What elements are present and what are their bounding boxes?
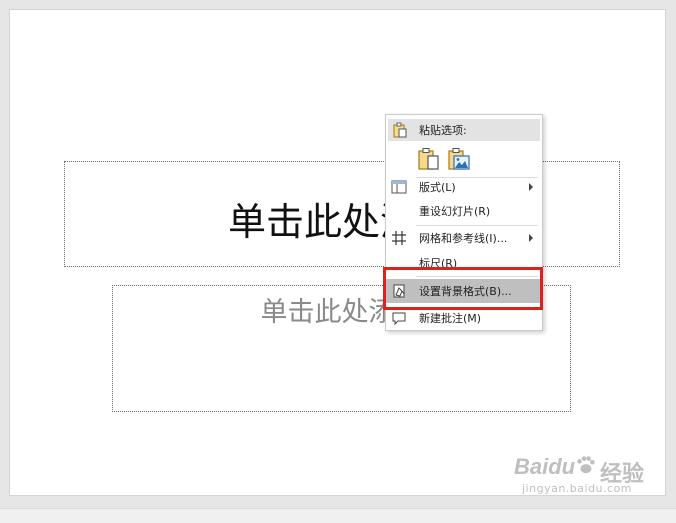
paste-options-buttons [417, 147, 477, 171]
paste-icon [393, 122, 407, 138]
paste-picture-icon[interactable] [447, 147, 471, 171]
menu-item-grid-guides[interactable]: 网格和参考线(I)... [386, 226, 542, 250]
paste-keep-source-icon[interactable] [417, 147, 441, 171]
paw-icon [577, 456, 595, 474]
menu-item-reset-slide-label: 重设幻灯片(R) [419, 205, 491, 218]
comment-icon [392, 312, 406, 326]
chevron-right-icon [529, 183, 533, 191]
paste-options-header: 粘贴选项: [388, 119, 540, 141]
menu-item-layout-label: 版式(L) [419, 181, 456, 194]
menu-item-reset-slide[interactable]: 重设幻灯片(R) [386, 199, 542, 223]
menu-item-new-comment-label: 新建批注(M) [419, 312, 482, 325]
highlight-annotation-box [383, 267, 543, 310]
menu-item-grid-guides-label: 网格和参考线(I)... [419, 232, 508, 245]
baidu-jingyan-watermark: Baidu 经验 jingyan.baidu.com [504, 448, 674, 498]
status-bar [0, 508, 676, 523]
watermark-url: jingyan.baidu.com [522, 482, 633, 495]
paste-options-label: 粘贴选项: [419, 124, 467, 137]
chevron-right-icon [529, 234, 533, 242]
menu-item-layout[interactable]: 版式(L) [386, 175, 542, 199]
watermark-logo-text: Baidu [514, 454, 576, 479]
layout-icon [391, 180, 407, 194]
grid-icon [392, 231, 406, 245]
